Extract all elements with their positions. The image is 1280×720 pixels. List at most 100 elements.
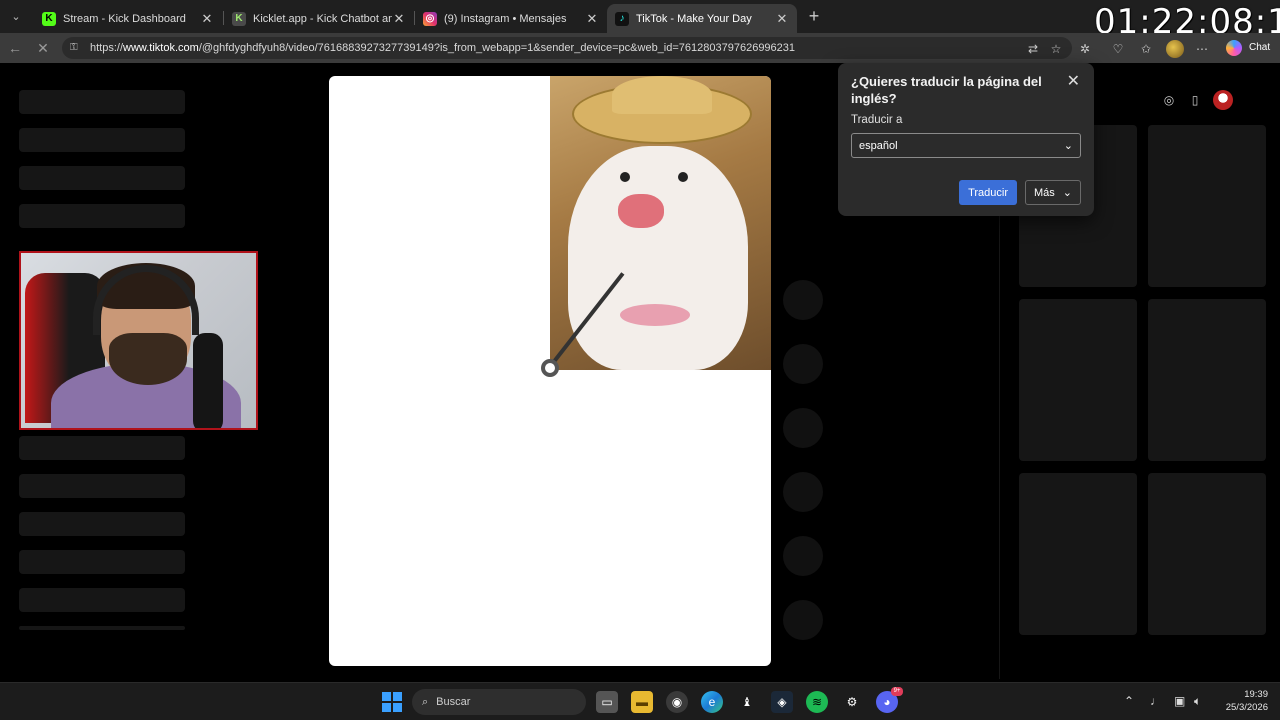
tab-kick-dashboard[interactable]: K Stream - Kick Dashboard ✕ — [34, 4, 222, 33]
video-tile-skeleton — [1019, 299, 1137, 461]
kick-icon: K — [42, 11, 56, 26]
browser-tab-strip: ⌄ K Stream - Kick Dashboard ✕ K Kicklet.… — [0, 0, 1280, 42]
volume-icon[interactable]: 🔈︎ — [1194, 694, 1201, 709]
address-bar[interactable]: ⚿ https://www.tiktok.com/@ghfdyghdfyuh8/… — [62, 37, 1072, 59]
video-tile-skeleton — [1148, 473, 1266, 635]
discord-badge: 9+ — [891, 687, 903, 696]
steam-icon[interactable]: ◈ — [771, 691, 793, 713]
close-tab-icon[interactable]: ✕ — [200, 11, 214, 27]
windows-taskbar: ⌕ Buscar ▭ ▬ ◉ e ♝ ◈ ≋ ⚙ ◕ 9+ ⌃ ♩ ▣ 🔈︎ 1… — [0, 682, 1280, 720]
language-select[interactable]: español ⌄ — [851, 133, 1081, 158]
tab-instagram[interactable]: ◎ (9) Instagram • Mensajes ✕ — [415, 4, 607, 33]
url-prefix: https:// — [90, 42, 124, 54]
network-icon[interactable]: ▣ — [1174, 694, 1185, 708]
kicklet-icon: K — [232, 11, 246, 26]
tab-label: Stream - Kick Dashboard — [63, 12, 186, 25]
dog-hat-crown — [612, 76, 712, 114]
reload-icon[interactable]: ✕ — [34, 39, 52, 57]
close-tab-icon[interactable]: ✕ — [392, 11, 406, 27]
sidebar-skeleton — [19, 436, 185, 460]
action-rail-button[interactable] — [783, 472, 823, 512]
translate-to-label: Traducir a — [851, 114, 903, 126]
tab-actions-menu-icon[interactable]: ⌄ — [6, 7, 26, 27]
drawing-pointer-knob[interactable] — [541, 359, 559, 377]
edge-icon[interactable]: e — [701, 691, 723, 713]
tab-label: TikTok - Make Your Day — [636, 12, 752, 25]
translate-icon[interactable]: ⇄ — [1025, 41, 1041, 57]
search-placeholder: Buscar — [436, 696, 471, 708]
chevron-down-icon: ⌄ — [1062, 187, 1072, 199]
translate-popup: ¿Quieres traducir la página del inglés? … — [838, 63, 1094, 216]
file-explorer-icon[interactable]: ▬ — [631, 691, 653, 713]
microphone — [193, 333, 223, 428]
copilot-icon[interactable] — [1226, 40, 1242, 56]
side-panel-icons: ◎ ▯ — [1161, 90, 1233, 110]
sidebar-skeleton — [19, 626, 185, 630]
system-clock[interactable]: 19:39 25/3/2026 — [1218, 688, 1268, 714]
taskbar-search[interactable]: ⌕ Buscar — [412, 689, 586, 715]
user-avatar[interactable] — [1213, 90, 1233, 110]
instagram-icon: ◎ — [423, 11, 437, 26]
profile-avatar[interactable] — [1166, 40, 1184, 58]
settings-gear-icon[interactable]: ⚙ — [841, 691, 863, 713]
tab-kicklet[interactable]: K Kicklet.app - Kick Chatbot and Ove ✕ — [224, 4, 414, 33]
url-path: /@ghfdyghdfyuh8/video/761688392732773914… — [198, 42, 796, 54]
chrome-icon[interactable]: ◉ — [666, 691, 688, 713]
webcam-overlay — [19, 251, 258, 430]
site-info-icon[interactable]: ⚿ — [70, 42, 82, 54]
explore-icon[interactable]: ◎ — [1161, 92, 1177, 108]
tab-tiktok[interactable]: ♪ TikTok - Make Your Day ✕ — [607, 4, 797, 33]
selected-language: español — [859, 139, 898, 152]
back-icon[interactable]: ← — [6, 39, 24, 57]
translate-popup-title: ¿Quieres traducir la página del inglés? — [851, 74, 1042, 106]
dog-eye — [678, 172, 688, 182]
dog-belly — [620, 304, 690, 326]
dog-nose — [618, 194, 664, 228]
more-options-icon[interactable]: ⋯ — [1194, 41, 1210, 57]
favorites-icon[interactable]: ✩ — [1138, 41, 1154, 57]
streamer-beard — [109, 333, 187, 385]
close-icon[interactable]: ✕ — [1067, 71, 1080, 91]
video-tile-skeleton — [1148, 125, 1266, 287]
mouse-cursor-icon: ➚ — [760, 434, 772, 450]
close-tab-icon[interactable]: ✕ — [585, 11, 599, 27]
action-rail-button[interactable] — [783, 344, 823, 384]
sidebar-skeleton — [19, 90, 185, 114]
chevron-down-icon: ⌄ — [1063, 140, 1073, 152]
app-icon[interactable]: ♝ — [736, 691, 758, 713]
sidebar-skeleton — [19, 166, 185, 190]
system-date: 25/3/2026 — [1225, 702, 1268, 713]
search-icon: ⌕ — [422, 695, 429, 708]
sidebar-skeleton — [19, 512, 185, 536]
extensions-icon[interactable]: ✲ — [1077, 41, 1093, 57]
translate-button[interactable]: Traducir — [959, 180, 1017, 205]
video-tile-skeleton — [1148, 299, 1266, 461]
dog-eye — [620, 172, 630, 182]
sidebar-skeleton — [19, 128, 185, 152]
start-button[interactable] — [381, 691, 403, 713]
spotify-icon[interactable]: ≋ — [806, 691, 828, 713]
new-tab-button[interactable]: + — [804, 6, 824, 26]
sidebar-skeleton — [19, 204, 185, 228]
tiktok-icon: ♪ — [615, 11, 629, 26]
action-rail-button[interactable] — [783, 600, 823, 640]
more-button[interactable]: Más ⌄ — [1025, 180, 1081, 205]
video-player[interactable] — [329, 76, 771, 666]
url-host: www.tiktok.com — [123, 42, 199, 54]
system-time: 19:39 — [1244, 689, 1268, 700]
sidebar-skeleton — [19, 550, 185, 574]
video-tile-skeleton — [1019, 473, 1137, 635]
chevron-up-icon[interactable]: ⌃ — [1124, 694, 1134, 708]
copilot-chat-label[interactable]: Chat — [1249, 42, 1270, 53]
task-view-icon[interactable]: ▭ — [596, 691, 618, 713]
action-rail-button[interactable] — [783, 408, 823, 448]
browser-essentials-icon[interactable]: ♡ — [1110, 41, 1126, 57]
close-tab-icon[interactable]: ✕ — [775, 11, 789, 27]
mobile-icon[interactable]: ▯ — [1187, 92, 1203, 108]
action-rail-button[interactable] — [783, 536, 823, 576]
action-rail-button[interactable] — [783, 280, 823, 320]
browser-toolbar: ← ✕ ⚿ https://www.tiktok.com/@ghfdyghdfy… — [0, 33, 1280, 63]
microphone-icon[interactable]: ♩ — [1150, 694, 1162, 708]
favorite-star-icon[interactable]: ☆ — [1048, 41, 1064, 57]
dog-body — [568, 146, 748, 370]
